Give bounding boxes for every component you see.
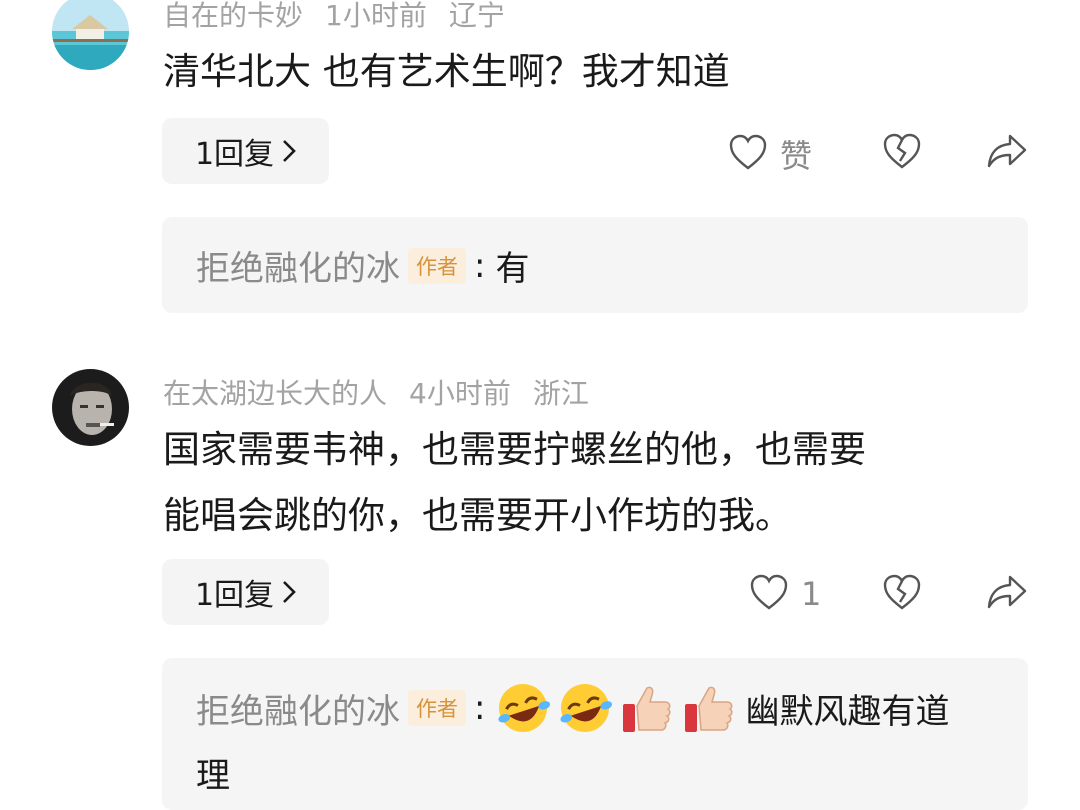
comment-meta: 在太湖边长大的人 4小时前 浙江 xyxy=(163,372,611,412)
author-badge: 作者 xyxy=(408,247,466,284)
heart-icon xyxy=(728,133,768,175)
chevron-right-icon xyxy=(282,580,296,604)
avatar[interactable] xyxy=(52,0,129,70)
comment-time: 1小时前 xyxy=(325,0,427,32)
share-icon xyxy=(986,133,1028,173)
view-replies-button[interactable]: 1回复 xyxy=(162,559,329,625)
share-button[interactable] xyxy=(986,574,1028,614)
like-button[interactable]: 赞 xyxy=(728,131,812,177)
comment-meta: 自在的卡妙 1小时前 辽宁 xyxy=(163,0,527,34)
comment-location: 辽宁 xyxy=(448,0,505,32)
reply-author[interactable]: 拒绝融化的冰 xyxy=(196,241,400,290)
author-reply[interactable]: 拒绝融化的冰 作者 : 有 xyxy=(162,217,1028,313)
thumbs-up-emoji xyxy=(617,678,677,738)
view-replies-button[interactable]: 1回复 xyxy=(162,118,329,184)
reply-text-line: 理 xyxy=(196,756,230,796)
comment-text-line: 能唱会跳的你，也需要开小作坊的我。 xyxy=(163,494,792,537)
broken-heart-icon xyxy=(882,573,922,615)
share-button[interactable] xyxy=(986,133,1028,173)
comment-text-line: 国家需要韦神，也需要拧螺丝的他，也需要 xyxy=(163,428,866,471)
reply-count-label: 1回复 xyxy=(194,578,275,613)
reply-count-label: 1回复 xyxy=(194,137,275,172)
chevron-right-icon xyxy=(282,139,296,163)
comment-text: 清华北大 也有艺术生啊？我才知道 xyxy=(163,50,730,93)
dislike-button[interactable] xyxy=(882,573,922,615)
like-count: 1 xyxy=(801,575,822,613)
avatar[interactable] xyxy=(52,369,129,446)
laughing-crying-emoji xyxy=(555,678,615,738)
thumbs-up-emoji xyxy=(679,678,739,738)
author-reply[interactable]: 拒绝融化的冰 作者 : 幽默风趣有道 理 xyxy=(162,658,1028,810)
comment-location: 浙江 xyxy=(532,377,589,410)
comment-time: 4小时前 xyxy=(409,377,511,410)
dislike-button[interactable] xyxy=(882,132,922,174)
reply-colon: : xyxy=(474,688,486,728)
like-label: 赞 xyxy=(780,137,813,175)
author-badge: 作者 xyxy=(408,690,466,726)
reply-text: 有 xyxy=(495,249,530,289)
share-icon xyxy=(986,574,1028,614)
reply-text-line: 幽默风趣有道 xyxy=(745,691,950,732)
like-button[interactable]: 1 xyxy=(749,573,821,615)
comment-author[interactable]: 在太湖边长大的人 xyxy=(163,377,387,410)
comment-text: 国家需要韦神，也需要拧螺丝的他，也需要 能唱会跳的你，也需要开小作坊的我。 xyxy=(163,420,1013,546)
laughing-crying-emoji xyxy=(493,678,553,738)
reply-colon: : xyxy=(474,245,486,286)
reply-author[interactable]: 拒绝融化的冰 xyxy=(196,684,400,733)
comment-author[interactable]: 自在的卡妙 xyxy=(163,0,303,32)
broken-heart-icon xyxy=(882,132,922,174)
heart-icon xyxy=(749,573,789,615)
